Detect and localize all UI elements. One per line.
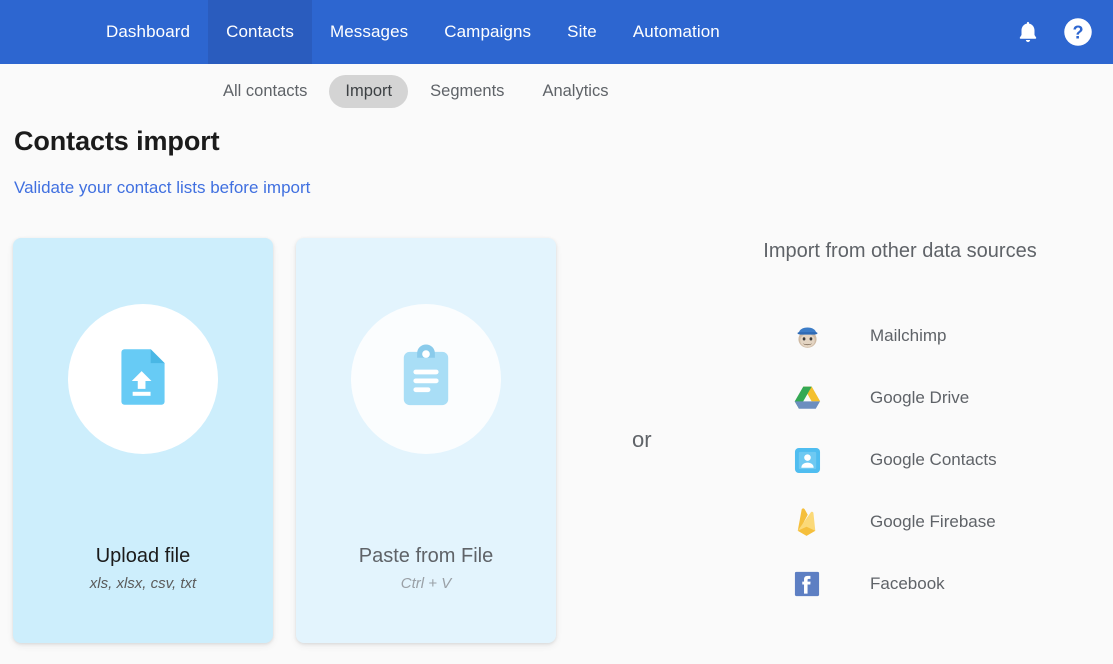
nav-label: Campaigns	[444, 22, 532, 41]
source-label: Google Drive	[870, 388, 970, 407]
svg-text:?: ?	[1072, 23, 1083, 43]
nav-label: Automation	[632, 22, 720, 41]
paste-icon-circle	[351, 304, 501, 454]
subnav-label: All contacts	[223, 81, 308, 100]
nav-item-contacts[interactable]: Contacts	[208, 0, 312, 64]
nav-item-dashboard[interactable]: Dashboard	[88, 0, 208, 64]
google-drive-icon	[792, 383, 822, 413]
source-item-facebook[interactable]: Facebook	[700, 553, 1100, 615]
nav-item-site[interactable]: Site	[549, 0, 615, 64]
source-label: Mailchimp	[870, 326, 947, 345]
source-item-google-drive[interactable]: Google Drive	[700, 367, 1100, 429]
bell-icon[interactable]	[1015, 18, 1041, 46]
or-divider-text: or	[632, 427, 652, 452]
upload-card-title: Upload file	[95, 545, 191, 567]
source-label: Google Contacts	[870, 450, 997, 469]
clipboard-icon	[393, 340, 459, 419]
nav-item-automation[interactable]: Automation	[615, 0, 738, 64]
subnav-label: Import	[345, 81, 393, 100]
top-nav-items: Dashboard Contacts Messages Campaigns Si…	[88, 0, 738, 64]
mailchimp-icon	[792, 321, 822, 351]
source-label: Google Firebase	[870, 512, 996, 531]
subnav-label: Analytics	[542, 81, 609, 100]
paste-card-subtitle: Ctrl + V	[400, 575, 452, 592]
upload-card-subtitle: xls, xlsx, csv, txt	[89, 575, 197, 592]
upload-file-card[interactable]: Upload file xls, xlsx, csv, txt	[13, 238, 273, 643]
subnav-item-analytics[interactable]: Analytics	[526, 75, 624, 108]
nav-label: Site	[567, 22, 597, 41]
top-nav-actions: ?	[1015, 0, 1113, 64]
subnav-item-import[interactable]: Import	[329, 74, 409, 108]
other-data-sources-title: Import from other data sources	[763, 240, 1037, 262]
subnav-item-all-contacts[interactable]: All contacts	[207, 75, 323, 108]
paste-from-file-card[interactable]: Paste from File Ctrl + V	[296, 238, 556, 643]
subnav-item-segments[interactable]: Segments	[414, 75, 520, 108]
source-item-mailchimp[interactable]: Mailchimp	[700, 305, 1100, 367]
nav-item-campaigns[interactable]: Campaigns	[426, 0, 549, 64]
top-navigation-bar: Dashboard Contacts Messages Campaigns Si…	[0, 0, 1113, 64]
source-item-google-firebase[interactable]: Google Firebase	[700, 491, 1100, 553]
facebook-icon	[792, 569, 822, 599]
nav-label: Contacts	[226, 22, 294, 41]
nav-item-messages[interactable]: Messages	[312, 0, 426, 64]
validate-contact-lists-link[interactable]: Validate your contact lists before impor…	[14, 178, 310, 198]
source-label: Facebook	[870, 574, 945, 593]
sub-navigation: All contacts Import Segments Analytics	[0, 64, 1113, 118]
other-data-sources-panel: Import from other data sources Mailchimp…	[700, 240, 1100, 615]
file-upload-icon	[106, 340, 180, 419]
subnav-label: Segments	[430, 81, 505, 100]
page-title: Contacts import	[14, 126, 220, 156]
nav-label: Dashboard	[106, 22, 191, 41]
help-circle-icon[interactable]: ?	[1063, 17, 1093, 47]
nav-label: Messages	[329, 22, 409, 41]
paste-card-title: Paste from File	[358, 545, 494, 567]
google-firebase-icon	[792, 507, 822, 537]
source-item-google-contacts[interactable]: Google Contacts	[700, 429, 1100, 491]
google-contacts-icon	[792, 445, 822, 475]
upload-icon-circle	[68, 304, 218, 454]
